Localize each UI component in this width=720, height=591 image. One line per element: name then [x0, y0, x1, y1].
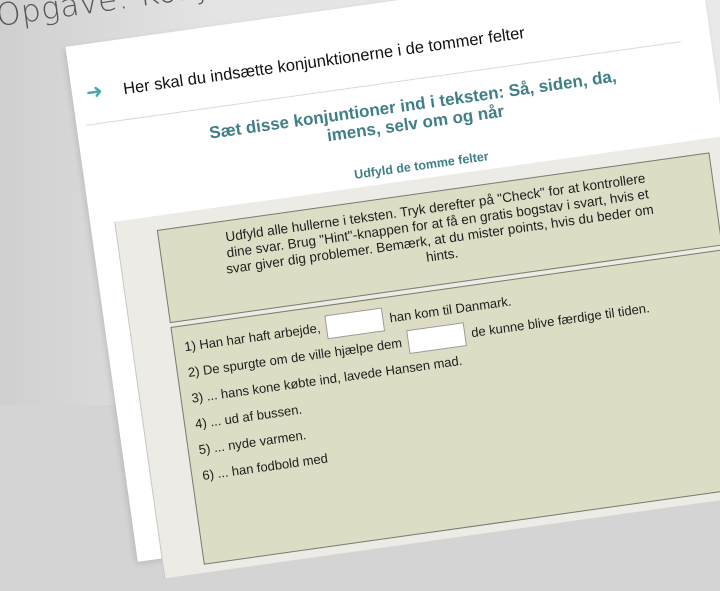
content-card: ➜ Her skal du indsætte konjunktionerne i… — [65, 0, 720, 579]
exercise-page: Opgave: Konjunkt ➜ Her skal du indsætte … — [0, 0, 720, 579]
arrow-right-icon: ➜ — [84, 80, 105, 105]
screenshot-background: Opgave: Konjunkt ➜ Her skal du indsætte … — [0, 0, 720, 579]
